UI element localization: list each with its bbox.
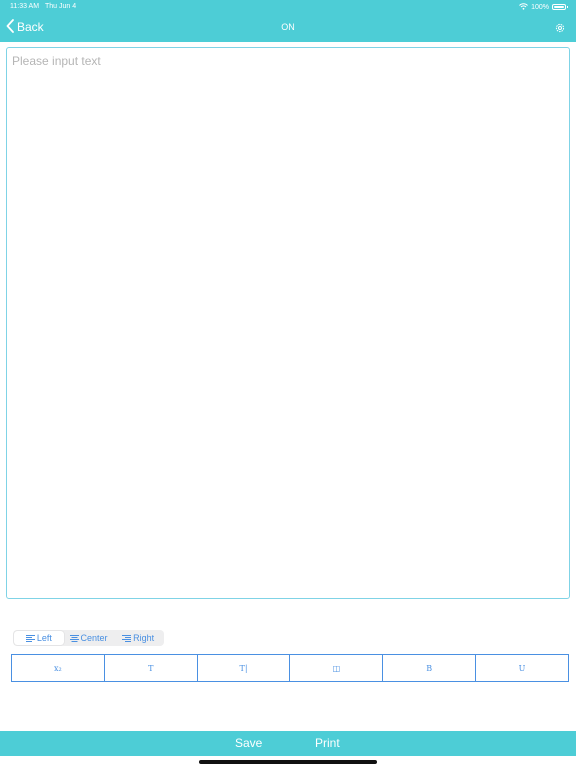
align-right-label: Right: [133, 633, 155, 643]
battery-percent: 100%: [531, 3, 549, 11]
align-left-icon: [25, 634, 35, 642]
columns-icon: ◫: [332, 663, 341, 673]
save-button[interactable]: Save: [235, 736, 262, 750]
wifi-icon: [519, 2, 528, 12]
text-size-icon: T: [148, 663, 154, 673]
bold-icon: B: [426, 663, 433, 673]
align-left-button[interactable]: Left: [14, 631, 64, 645]
status-right: 100%: [519, 2, 568, 12]
align-right-button[interactable]: Right: [113, 631, 163, 645]
align-center-label: Center: [80, 633, 108, 643]
battery-icon: [552, 4, 568, 10]
gear-icon: [554, 21, 566, 38]
status-time: 11:33 AM: [10, 3, 40, 10]
text-size-button[interactable]: T: [105, 655, 198, 681]
subscript-button[interactable]: x₂: [12, 655, 105, 681]
bold-button[interactable]: B: [383, 655, 477, 681]
print-button[interactable]: Print: [315, 736, 340, 750]
top-bar: 11:33 AM Thu Jun 4 100% Back ON: [0, 0, 576, 42]
settings-button[interactable]: [554, 21, 566, 33]
status-date: Thu Jun 4: [45, 3, 77, 10]
columns-button[interactable]: ◫: [290, 655, 384, 681]
subscript-icon: x₂: [54, 663, 62, 673]
nav-title: ON: [281, 22, 295, 32]
bottom-bar: Save Print: [0, 731, 576, 756]
format-toolbar: x₂ T T| ◫ B U: [11, 654, 569, 682]
align-center-icon: [69, 634, 79, 642]
align-left-label: Left: [36, 633, 52, 643]
text-input[interactable]: [6, 47, 570, 599]
underline-button[interactable]: U: [476, 655, 568, 681]
align-right-icon: [122, 634, 132, 642]
screen: 11:33 AM Thu Jun 4 100% Back ON Please i…: [0, 0, 576, 768]
text-height-button[interactable]: T|: [198, 655, 291, 681]
underline-icon: U: [518, 663, 526, 673]
alignment-segmented-control: Left Center Right: [13, 630, 164, 646]
align-center-button[interactable]: Center: [64, 631, 114, 645]
home-indicator[interactable]: [199, 760, 377, 764]
text-height-icon: T|: [239, 663, 248, 673]
